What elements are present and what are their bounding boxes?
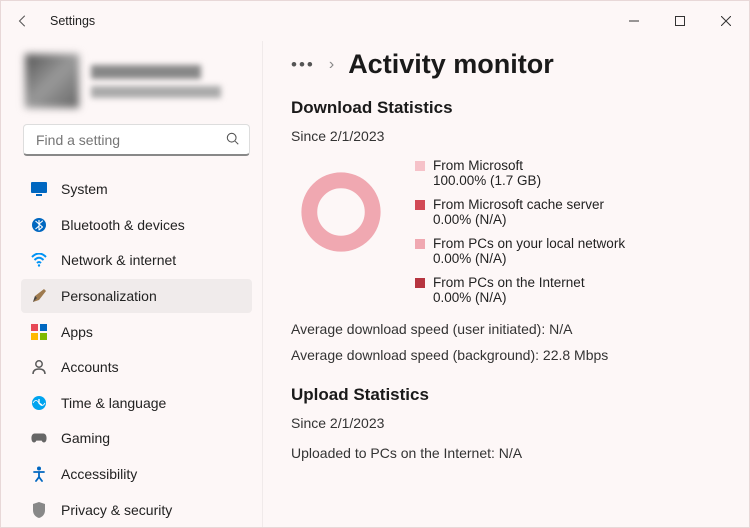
- legend-label: From PCs on your local network: [433, 236, 625, 251]
- shield-icon: [31, 502, 47, 518]
- sidebar-item-time[interactable]: Time & language: [21, 386, 252, 421]
- legend-item: From Microsoft cache server 0.00% (N/A): [415, 197, 625, 227]
- avg-download-user: Average download speed (user initiated):…: [291, 321, 721, 337]
- legend-value: 0.00% (N/A): [415, 212, 625, 227]
- legend-label: From Microsoft cache server: [433, 197, 604, 212]
- titlebar: Settings: [1, 1, 749, 41]
- sidebar-item-privacy[interactable]: Privacy & security: [21, 492, 252, 527]
- nav-label: Network & internet: [61, 252, 176, 268]
- legend-swatch: [415, 200, 425, 210]
- nav-label: System: [61, 181, 108, 197]
- sidebar-item-bluetooth[interactable]: Bluetooth & devices: [21, 208, 252, 243]
- maximize-button[interactable]: [657, 1, 703, 41]
- legend-label: From Microsoft: [433, 158, 523, 173]
- legend-label: From PCs on the Internet: [433, 275, 585, 290]
- avg-download-bg: Average download speed (background): 22.…: [291, 347, 721, 363]
- user-section[interactable]: [21, 46, 252, 124]
- legend-swatch: [415, 239, 425, 249]
- legend-item: From Microsoft 100.00% (1.7 GB): [415, 158, 625, 188]
- gaming-icon: [31, 430, 47, 446]
- search-icon: [226, 132, 240, 146]
- sidebar-item-accessibility[interactable]: Accessibility: [21, 457, 252, 492]
- legend-item: From PCs on the Internet 0.00% (N/A): [415, 275, 625, 305]
- minimize-button[interactable]: [611, 1, 657, 41]
- upload-heading: Upload Statistics: [291, 385, 721, 405]
- window-controls: [611, 1, 749, 41]
- nav-list: System Bluetooth & devices Network & int…: [21, 172, 252, 527]
- sidebar-item-system[interactable]: System: [21, 172, 252, 207]
- time-icon: [31, 395, 47, 411]
- bluetooth-icon: [31, 217, 47, 233]
- sidebar-item-network[interactable]: Network & internet: [21, 243, 252, 278]
- search-input[interactable]: [23, 124, 250, 156]
- sidebar: System Bluetooth & devices Network & int…: [1, 41, 263, 527]
- upload-since: Since 2/1/2023: [291, 415, 721, 431]
- chart-legend: From Microsoft 100.00% (1.7 GB) From Mic…: [415, 158, 625, 305]
- nav-label: Personalization: [61, 288, 157, 304]
- download-since: Since 2/1/2023: [291, 128, 721, 144]
- sidebar-item-gaming[interactable]: Gaming: [21, 421, 252, 456]
- legend-item: From PCs on your local network 0.00% (N/…: [415, 236, 625, 266]
- uploaded-stat: Uploaded to PCs on the Internet: N/A: [291, 445, 721, 461]
- download-chart-section: From Microsoft 100.00% (1.7 GB) From Mic…: [291, 158, 721, 305]
- window-title: Settings: [50, 14, 95, 28]
- main-content[interactable]: ••• › Activity monitor Download Statisti…: [263, 41, 749, 527]
- page-title: Activity monitor: [348, 49, 554, 80]
- nav-label: Privacy & security: [61, 502, 172, 518]
- sidebar-item-accounts[interactable]: Accounts: [21, 350, 252, 385]
- nav-label: Gaming: [61, 430, 110, 446]
- legend-swatch: [415, 278, 425, 288]
- download-heading: Download Statistics: [291, 98, 721, 118]
- wifi-icon: [31, 252, 47, 268]
- user-name-redacted: [91, 65, 201, 79]
- close-button[interactable]: [703, 1, 749, 41]
- chevron-right-icon: ›: [329, 56, 334, 74]
- user-email-redacted: [91, 86, 221, 98]
- legend-value: 100.00% (1.7 GB): [415, 173, 625, 188]
- back-button[interactable]: [15, 13, 31, 29]
- legend-value: 0.00% (N/A): [415, 290, 625, 305]
- breadcrumb-more-icon[interactable]: •••: [291, 55, 315, 75]
- legend-value: 0.00% (N/A): [415, 251, 625, 266]
- sidebar-item-apps[interactable]: Apps: [21, 314, 252, 349]
- nav-label: Accessibility: [61, 466, 137, 482]
- nav-label: Time & language: [61, 395, 166, 411]
- breadcrumb: ••• › Activity monitor: [291, 49, 721, 80]
- personalization-icon: [31, 288, 47, 304]
- sidebar-item-personalization[interactable]: Personalization: [21, 279, 252, 314]
- accessibility-icon: [31, 466, 47, 482]
- donut-chart: [297, 168, 385, 256]
- accounts-icon: [31, 359, 47, 375]
- legend-swatch: [415, 161, 425, 171]
- nav-label: Apps: [61, 324, 93, 340]
- apps-icon: [31, 324, 47, 340]
- search-box: [23, 124, 250, 156]
- nav-label: Accounts: [61, 359, 119, 375]
- system-icon: [31, 181, 47, 197]
- nav-label: Bluetooth & devices: [61, 217, 185, 233]
- avatar: [25, 54, 79, 108]
